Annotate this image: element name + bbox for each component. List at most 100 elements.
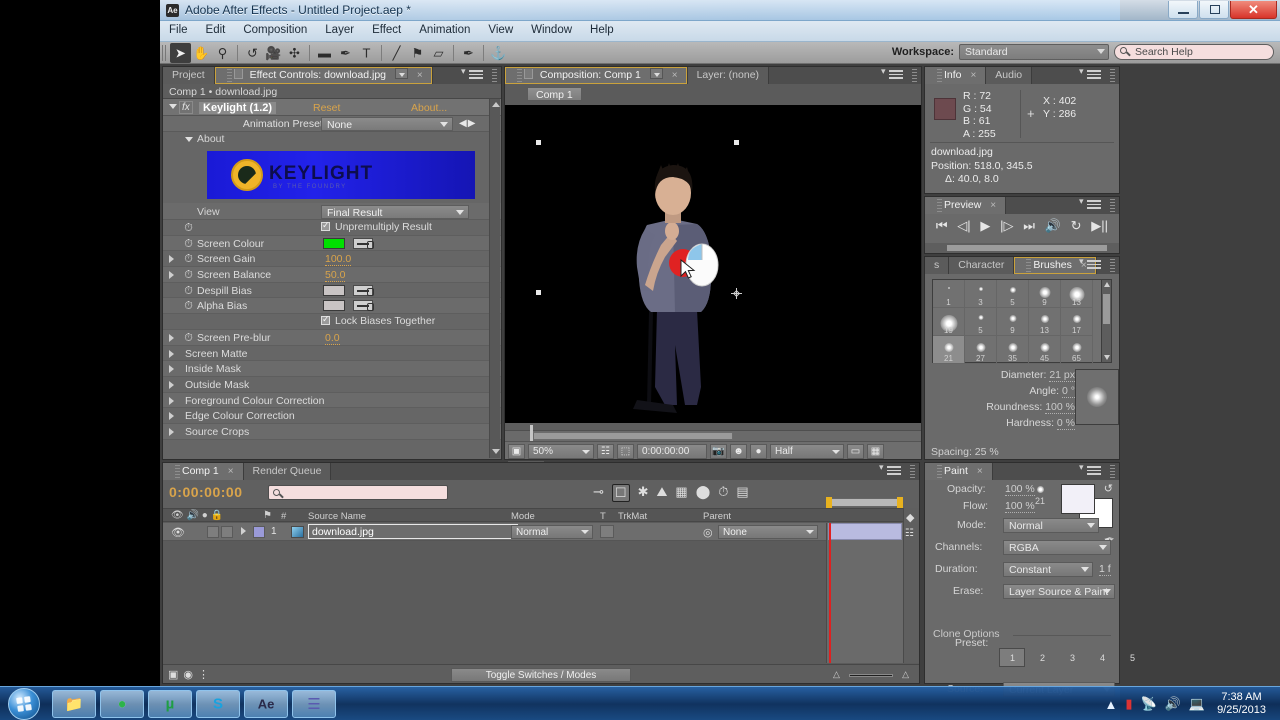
close-button[interactable]: ✕ — [1230, 1, 1277, 19]
taskbar-explorer-button[interactable]: 📁 — [52, 690, 96, 718]
panel-menu-icon[interactable] — [1079, 256, 1101, 270]
animation-presets-select[interactable]: None — [321, 117, 453, 131]
triangle-right-icon[interactable] — [169, 333, 174, 342]
graph-editor-icon[interactable]: ⛰ — [656, 484, 667, 502]
menu-effect[interactable]: Effect — [363, 21, 410, 42]
tab-grip[interactable] — [937, 69, 942, 82]
menu-composition[interactable]: Composition — [234, 21, 316, 42]
layer-duration-bar[interactable] — [828, 523, 902, 540]
tab-project[interactable]: Project — [163, 67, 215, 84]
taskbar-chrome-button[interactable]: ● — [100, 690, 144, 718]
tab-grip[interactable] — [937, 465, 942, 478]
effect-controls-scrollbar[interactable] — [489, 99, 500, 458]
stopwatch-icon[interactable]: ⏱ — [183, 285, 194, 297]
stopwatch-icon[interactable]: ⏱ — [183, 269, 194, 281]
menu-window[interactable]: Window — [522, 21, 581, 42]
layer-trkmat-box[interactable] — [600, 525, 614, 538]
minimize-button[interactable] — [1168, 1, 1198, 19]
brush-preset-cell[interactable]: 17 — [1061, 308, 1093, 336]
auto-keyframe-icon[interactable]: ⏱ — [718, 484, 728, 502]
despill-bias-swatch[interactable] — [323, 284, 345, 296]
screen-colour-swatch[interactable] — [323, 237, 345, 249]
workspace-select[interactable]: Standard — [959, 44, 1109, 60]
tab-audio[interactable]: Audio — [986, 67, 1033, 84]
search-help-input[interactable]: Search Help — [1114, 44, 1274, 60]
work-area-bar[interactable] — [826, 498, 903, 507]
layer-parent-select[interactable]: None — [718, 525, 818, 539]
play-button[interactable]: ▶ — [980, 218, 990, 234]
network-icon[interactable]: 📡 — [1141, 696, 1157, 712]
stopwatch-icon[interactable]: ⏱ — [183, 253, 194, 265]
screen-gain-value[interactable]: 100.0 — [325, 253, 352, 267]
clone-preset-1[interactable]: 1 — [999, 648, 1025, 667]
parent-pickwhip-icon[interactable]: ◎ — [703, 526, 713, 539]
eyedropper-icon[interactable] — [353, 300, 374, 312]
type-tool[interactable]: T — [356, 43, 377, 63]
layer-label-color[interactable] — [253, 526, 265, 538]
chevron-down-icon[interactable] — [649, 68, 663, 79]
keyframe-navigator-icon[interactable]: ◆ — [906, 511, 914, 524]
scroll-thumb[interactable] — [1103, 294, 1110, 324]
volume-icon[interactable]: 🔊 — [1165, 696, 1181, 712]
layer-expand-triangle[interactable] — [241, 527, 246, 535]
timecode-display[interactable]: 0:00:00:00 — [637, 444, 707, 459]
panel-grip[interactable] — [1110, 69, 1115, 82]
unpremultiply-checkbox[interactable] — [321, 220, 330, 231]
tab-character[interactable]: Character — [949, 257, 1015, 274]
panel-grip[interactable] — [1110, 465, 1115, 478]
group-foreground-colour-correction[interactable]: Foreground Colour Correction — [163, 392, 501, 409]
about-button[interactable]: About... — [411, 102, 447, 114]
tab-brushes[interactable]: Brushes × — [1014, 257, 1097, 274]
close-icon[interactable]: × — [970, 70, 976, 81]
pan-behind-tool[interactable]: ✣ — [284, 43, 305, 63]
brush-preset-cell[interactable]: 65 — [1061, 336, 1093, 364]
panel-grip[interactable] — [1110, 199, 1115, 212]
panel-menu-icon[interactable] — [461, 66, 483, 80]
work-area-start-handle[interactable] — [826, 497, 832, 508]
clone-preset-5[interactable]: 5 — [1119, 648, 1145, 667]
loop-button[interactable]: ↻ — [1071, 218, 1082, 234]
brush-tool[interactable]: ╱ — [386, 43, 407, 63]
panel-menu-icon[interactable] — [879, 462, 901, 476]
eyedropper-icon[interactable] — [353, 284, 374, 296]
taskbar-video-editor-button[interactable]: ☰ — [292, 690, 336, 718]
panel-menu-icon[interactable] — [1079, 462, 1101, 476]
group-inside-mask[interactable]: Inside Mask — [163, 361, 501, 377]
tab-grip[interactable] — [175, 465, 180, 478]
tab-paint[interactable]: Paint × — [925, 463, 993, 480]
brainstorm-icon[interactable]: ▦ — [675, 484, 687, 502]
paint-flow-value[interactable]: 100 % — [1005, 500, 1035, 513]
paint-duration-frames[interactable]: 1 f — [1099, 563, 1111, 576]
show-snapshot-icon[interactable]: ☻ — [730, 444, 747, 459]
tab-effect-controls[interactable]: Effect Controls: download.jpg × — [214, 67, 433, 84]
tab-grip[interactable] — [226, 69, 232, 82]
action-center-icon[interactable]: 💻 — [1189, 696, 1205, 712]
region-of-interest-icon[interactable]: ⬚ — [617, 444, 634, 459]
puppet-pin-tool[interactable]: ⚓ — [488, 43, 509, 63]
taskbar-after-effects-button[interactable]: Ae — [244, 690, 288, 718]
tab-composition[interactable]: Composition: Comp 1 × — [505, 67, 688, 84]
rotation-tool[interactable]: ↺ — [242, 43, 263, 63]
close-icon[interactable]: × — [228, 466, 234, 477]
tab-info[interactable]: Info × — [925, 67, 987, 84]
graph-editor-switch-icon[interactable]: ⋮ — [198, 668, 209, 681]
paint-erase-select[interactable]: Layer Source & Paint — [1003, 584, 1115, 599]
brush-preset-cell[interactable]: 3 — [965, 280, 997, 308]
menu-file[interactable]: File — [160, 21, 197, 42]
show-hidden-icons-icon[interactable]: ▲ — [1104, 697, 1117, 712]
alpha-bias-swatch[interactable] — [323, 300, 345, 312]
panel-menu-icon[interactable] — [1079, 66, 1101, 80]
brush-hardness-value[interactable]: 0 % — [1056, 417, 1075, 430]
brush-preset-cell[interactable]: 9 — [997, 308, 1029, 336]
zoom-in-icon[interactable]: △ — [902, 669, 909, 680]
group-screen-matte[interactable]: Screen Matte — [163, 346, 501, 362]
brush-grid-scrollbar[interactable] — [1101, 279, 1112, 363]
taskbar-skype-button[interactable]: S — [196, 690, 240, 718]
close-icon[interactable]: × — [990, 200, 996, 211]
first-frame-button[interactable]: ⏮ — [936, 218, 948, 234]
scroll-thumb[interactable] — [533, 432, 733, 440]
tab-grip[interactable] — [937, 199, 942, 212]
close-icon[interactable]: × — [977, 466, 983, 477]
brush-preset-cell[interactable]: 1 — [933, 280, 965, 308]
close-icon[interactable]: × — [672, 70, 678, 81]
